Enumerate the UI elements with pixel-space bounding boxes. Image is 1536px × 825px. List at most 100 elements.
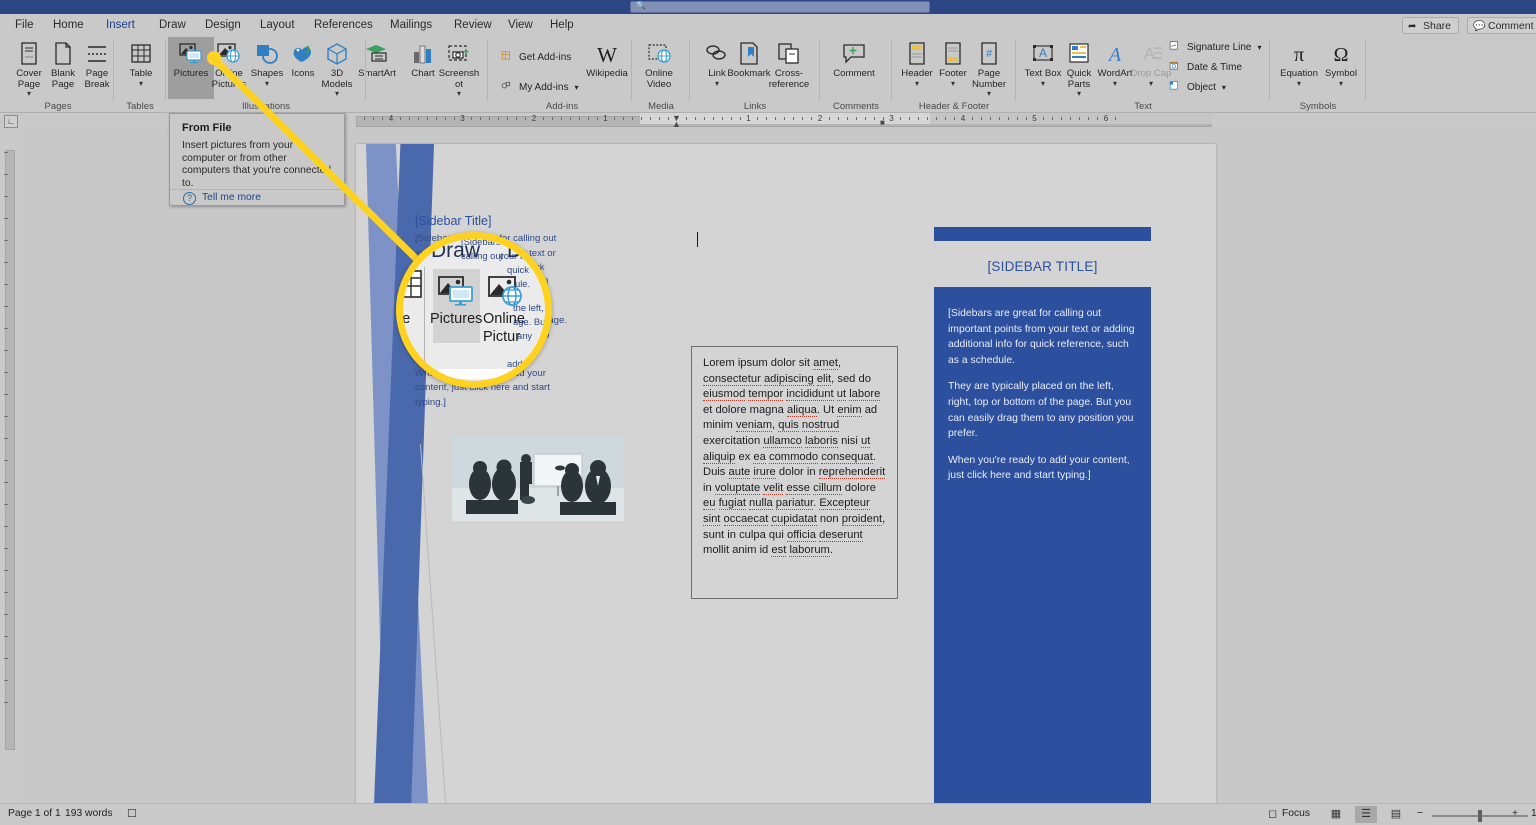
magnified-online-label-1[interactable]: Online (483, 311, 525, 327)
vertical-ruler-tick (4, 570, 8, 571)
signature-line-button[interactable]: Signature Line ▾ (1168, 39, 1262, 56)
ribbon-tab-help[interactable]: Help (543, 17, 581, 35)
tooltip-title: From File (182, 122, 232, 134)
focus-label[interactable]: Focus (1282, 808, 1310, 819)
chevron-down-icon[interactable]: ▾ (1276, 79, 1322, 88)
zoom-out-button[interactable]: − (1417, 808, 1423, 819)
ribbon-tab-home[interactable]: Home (46, 17, 91, 35)
ruler-tick (373, 117, 375, 120)
magnified-table-label[interactable]: ble (403, 311, 410, 327)
vertical-ruler-tick (4, 218, 8, 219)
ribbon-tab-design[interactable]: Design (198, 17, 248, 35)
ribbon-group-label: Links (743, 101, 767, 112)
ruler-number: 4 (960, 114, 966, 123)
page-number-button[interactable]: # Page Number ▾ (966, 37, 1012, 99)
read-mode-icon[interactable]: ▦ (1325, 806, 1347, 823)
screenshot-button[interactable]: Screenshot ▾ (436, 37, 482, 99)
left-indent-marker[interactable]: ■ (880, 118, 885, 127)
magnified-pictures-label[interactable]: Pictures (430, 311, 482, 327)
ruler-tick (453, 117, 455, 120)
ruler-tick (918, 117, 920, 120)
chevron-down-icon[interactable]: ▾ (1258, 43, 1262, 52)
wikipedia-button[interactable]: W Wikipedia (584, 37, 630, 99)
web-layout-icon[interactable]: ▤ (1385, 806, 1407, 823)
tell-me-more-link[interactable]: Tell me more (202, 192, 261, 203)
comment-button[interactable]: 💬 Comment (1467, 17, 1536, 34)
share-button[interactable]: ➦ Share (1402, 17, 1460, 34)
document-canvas[interactable]: [Sidebar Title] [Sidebars are great for … (19, 130, 1536, 804)
get-add-ins-button[interactable]: Get Add-ins (500, 49, 571, 66)
page-indicator[interactable]: Page 1 of 1 (8, 808, 61, 819)
button-label: Comment (833, 68, 875, 79)
ruler-tick (945, 117, 947, 120)
wikipedia-icon: W (597, 43, 617, 67)
ruler-tick (846, 117, 848, 120)
zoom-level: 1 (1531, 808, 1536, 819)
word-count[interactable]: 193 words (65, 808, 113, 819)
vertical-ruler-tick (4, 284, 8, 285)
ruler-tick (811, 117, 813, 120)
chevron-down-icon[interactable]: ▾ (966, 90, 1012, 98)
right-sidebar-box[interactable]: [Sidebars are great for calling out impo… (934, 287, 1151, 804)
meeting-room-photo[interactable] (452, 436, 624, 521)
zoom-slider-thumb[interactable] (1478, 810, 1482, 822)
lorem-paragraph: Lorem ipsum dolor sit amet, consectetur … (703, 357, 886, 558)
chevron-down-icon[interactable]: ▾ (574, 83, 578, 92)
hanging-indent-marker[interactable]: ▲ (672, 119, 681, 129)
print-layout-icon[interactable]: ☰ (1355, 806, 1377, 823)
ruler-tick (426, 117, 428, 120)
ruler-tick (900, 117, 902, 120)
ruler-tick (525, 117, 527, 120)
chevron-down-icon[interactable]: ▾ (1222, 83, 1226, 92)
equation-button[interactable]: π Equation ▾ (1276, 37, 1322, 99)
vertical-ruler[interactable] (0, 130, 19, 803)
ruler-tick (1079, 117, 1081, 120)
ribbon: Cover Page ▾ Blank Page Page Break Pages Tabl… (0, 35, 1536, 113)
ribbon-tab-view[interactable]: View (501, 17, 540, 35)
ruler-tick (542, 117, 544, 120)
ruler-tick (775, 117, 777, 120)
right-sidebar-title[interactable]: [SIDEBAR TITLE] (934, 259, 1151, 274)
my-addins-icon (501, 80, 517, 102)
lorem-text-box[interactable]: Lorem ipsum dolor sit amet, consectetur … (691, 346, 898, 599)
pictures-tooltip: From File Insert pictures from your comp… (169, 113, 345, 206)
symbol-button[interactable]: Ω Symbol ▾ (1318, 37, 1364, 99)
focus-icon[interactable]: ◻ (1268, 807, 1277, 820)
cross-reference-button[interactable]: Cross-reference (766, 37, 812, 99)
tab-stop-icon[interactable]: ∟ (4, 115, 18, 128)
ruler-number: 1 (603, 114, 608, 123)
magnified-online-label-2[interactable]: Pictur (483, 329, 520, 345)
chevron-down-icon[interactable]: ▾ (436, 90, 482, 98)
object-button[interactable]: Object ▾ (1168, 79, 1226, 96)
vertical-ruler-tick (4, 548, 8, 549)
left-sidebar-title[interactable]: [Sidebar Title] (415, 214, 491, 228)
vertical-ruler-tick (4, 504, 8, 505)
ribbon-tab-references[interactable]: References (307, 17, 380, 35)
ribbon-group-tables: Table ▾ Tables (114, 35, 166, 113)
ruler-tick (659, 117, 661, 120)
magnified-tab-draw[interactable]: Draw (431, 239, 480, 263)
comment-balloon-icon (831, 41, 877, 69)
ribbon-tab-review[interactable]: Review (447, 17, 499, 35)
ribbon-tab-layout[interactable]: Layout (253, 17, 302, 35)
chevron-down-icon[interactable]: ▾ (1318, 79, 1364, 88)
ribbon-tab-insert[interactable]: Insert (99, 17, 142, 36)
search-input[interactable] (630, 1, 930, 13)
ribbon-tab-mailings[interactable]: Mailings (383, 17, 439, 35)
comment-button[interactable]: Comment (831, 37, 877, 99)
tooltip-body: Insert pictures from your computer or fr… (182, 140, 332, 189)
ribbon-group-label: Comments (833, 101, 879, 112)
table-button[interactable]: Table ▾ (118, 37, 164, 99)
ribbon-tab-draw[interactable]: Draw (152, 17, 193, 35)
zoom-in-button[interactable]: + (1512, 808, 1518, 819)
date-time-button[interactable]: Date & Time (1168, 59, 1242, 76)
proofing-icon[interactable]: ☐ (127, 807, 137, 820)
ribbon-tab-file[interactable]: File (8, 17, 41, 35)
ruler-tick (623, 117, 625, 120)
chevron-down-icon[interactable]: ▾ (118, 79, 164, 88)
online-video-button[interactable]: Online Video (636, 37, 682, 99)
my-add-ins-button[interactable]: My Add-ins ▾ (500, 79, 578, 96)
ribbon-group-pages: Cover Page ▾ Blank Page Page Break Pages (2, 35, 114, 113)
object-icon (1169, 80, 1185, 102)
search-icon: 🔍 (636, 1, 646, 10)
